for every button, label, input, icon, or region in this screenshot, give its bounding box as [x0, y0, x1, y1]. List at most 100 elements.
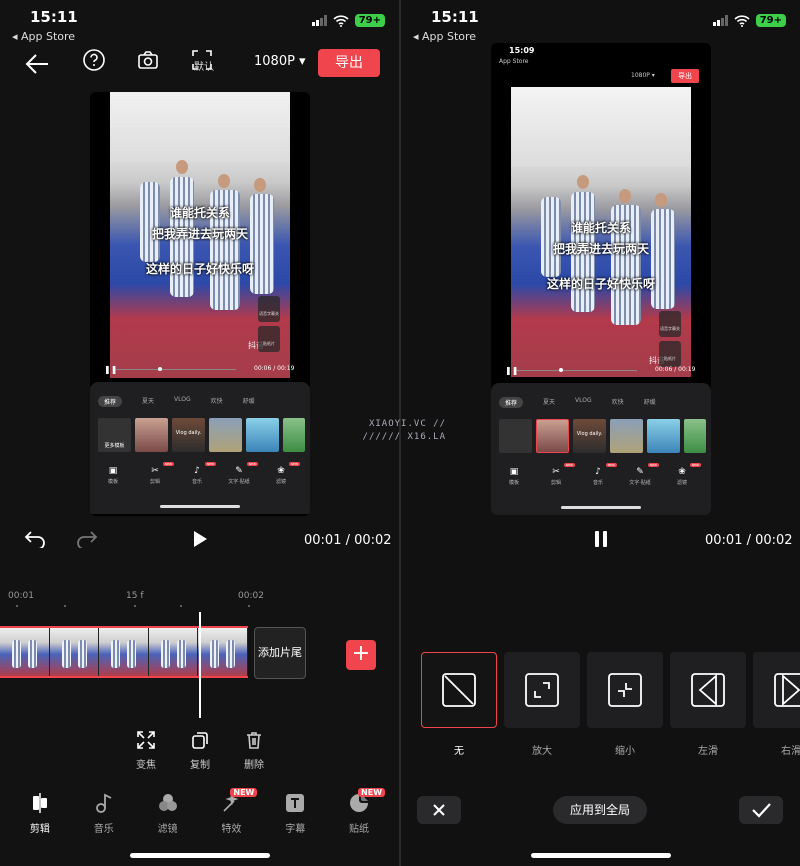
template-thumb[interactable]	[246, 418, 279, 452]
text-sticker-tool[interactable]: NEW ✎ 文字·贴纸	[228, 462, 258, 485]
template-thumb[interactable]	[536, 419, 569, 453]
nav-subtitles[interactable]: 字幕	[272, 792, 318, 835]
video-progress-thumb[interactable]	[158, 367, 162, 371]
cancel-button[interactable]	[417, 796, 461, 824]
sticker-side-button[interactable]: 贴纸片	[659, 341, 681, 367]
back-to-app-store[interactable]: ◂ App Store	[413, 30, 476, 43]
transition-label: 放大	[532, 746, 552, 757]
filter-tool[interactable]: NEW ❀ 滤镜	[671, 463, 701, 486]
pause-icon[interactable]	[593, 530, 609, 548]
battery-indicator: 79+	[755, 14, 786, 27]
play-icon[interactable]	[192, 530, 208, 548]
music-tool[interactable]: NEW ♪ 音乐	[186, 462, 216, 485]
preview-back-app: App Store	[499, 58, 529, 65]
music-icon	[95, 793, 112, 813]
template-thumb[interactable]	[135, 418, 168, 452]
tab-vlog[interactable]: VLOG	[174, 396, 191, 407]
undo-icon[interactable]	[24, 530, 46, 548]
playhead[interactable]	[199, 612, 201, 718]
preview-resolution: 1080P ▾	[631, 72, 655, 79]
add-ending-button[interactable]: 添加片尾	[254, 627, 306, 679]
template-thumb[interactable]: Vlog daily.	[573, 419, 606, 453]
transition-slide-right[interactable]	[753, 652, 800, 728]
delete-button[interactable]: 删除	[240, 730, 268, 771]
redo-icon[interactable]	[76, 530, 98, 548]
tab-vlog[interactable]: VLOG	[575, 397, 592, 408]
help-icon[interactable]	[82, 48, 106, 72]
transform-button[interactable]: 变焦	[132, 730, 160, 771]
transition-none[interactable]	[421, 652, 497, 728]
clip-tool[interactable]: NEW ✂ 剪辑	[144, 462, 174, 485]
video-progress-bar[interactable]	[517, 370, 637, 371]
back-arrow-icon[interactable]	[24, 52, 50, 76]
template-tool[interactable]: ▣ 模板	[102, 466, 124, 485]
clip-frame	[198, 628, 248, 676]
text-sticker-tool[interactable]: NEW ✎ 文字·贴纸	[629, 463, 659, 486]
more-templates[interactable]: 更多模板	[98, 418, 131, 452]
apply-to-all-button[interactable]: 应用到全局	[553, 796, 647, 824]
tab-cheerful[interactable]: 欢快	[211, 396, 223, 407]
tab-recommended[interactable]: 推荐	[499, 397, 524, 408]
template-thumbnails: 更多模板 Vlog daily.	[98, 418, 305, 452]
template-thumb[interactable]	[610, 419, 643, 453]
new-badge: NEW	[358, 788, 386, 797]
video-frame: 谁能托关系 把我弄进去玩两天 这样的日子好快乐呀 抖音 语音字幕关 贴纸片	[511, 87, 691, 377]
preview-toolbar: ▣ 模板 NEW ✂ 剪辑 NEW ♪ 音乐 NEW ✎ 文字·贴纸 NEW ❀ 滤镜	[503, 463, 701, 486]
lyric-line-1: 谁能托关系	[169, 206, 230, 220]
tab-recommended[interactable]: 推荐	[98, 396, 123, 407]
preview-home-indicator	[561, 506, 641, 509]
filter-tool[interactable]: NEW ❀ 滤镜	[270, 462, 300, 485]
tab-summer[interactable]: 夏天	[543, 397, 555, 408]
template-thumb[interactable]: Vlog daily.	[172, 418, 205, 452]
transition-zoom-in[interactable]	[504, 652, 580, 728]
nav-sticker[interactable]: NEW 贴纸	[336, 788, 386, 835]
nav-filter[interactable]: 滤镜	[145, 792, 191, 835]
transform-icon	[137, 731, 155, 749]
ruler-label: 15 f	[126, 591, 144, 601]
video-progress-bar[interactable]	[116, 369, 236, 370]
export-button[interactable]: 导出	[318, 49, 380, 77]
tab-cheerful[interactable]: 欢快	[612, 397, 624, 408]
template-thumb[interactable]	[684, 419, 706, 453]
nav-music[interactable]: 音乐	[81, 792, 127, 835]
voice-subtitle-button[interactable]: 语音字幕关	[258, 296, 280, 322]
video-progress-thumb[interactable]	[559, 368, 563, 372]
tab-soothing[interactable]: 舒缓	[243, 396, 255, 407]
tab-summer[interactable]: 夏天	[142, 396, 154, 407]
confirm-button[interactable]	[739, 796, 783, 824]
preview-home-indicator	[160, 505, 240, 508]
template-tool[interactable]: ▣ 模板	[503, 467, 525, 486]
template-sheet: 推荐 夏天 VLOG 欢快 舒缓 Vlog daily. ▣ 模板 NEW ✂ 剪辑 …	[491, 383, 711, 515]
voice-subtitle-button[interactable]: 语音字幕关	[659, 311, 681, 337]
clip-tool[interactable]: NEW ✂ 剪辑	[545, 463, 575, 486]
template-thumb[interactable]	[209, 418, 242, 452]
nav-clip[interactable]: 剪辑	[17, 792, 63, 835]
transition-list	[421, 652, 800, 728]
copy-button[interactable]: 复制	[186, 730, 214, 771]
status-time: 15:11	[431, 8, 479, 26]
clip-frame	[148, 628, 199, 676]
battery-indicator: 79+	[354, 14, 385, 27]
add-clip-button[interactable]: +	[346, 640, 376, 670]
template-thumb[interactable]	[499, 419, 532, 453]
music-tool[interactable]: NEW ♪ 音乐	[587, 463, 617, 486]
signal-icon	[311, 15, 327, 26]
snapshot-icon[interactable]	[136, 48, 160, 72]
clip-strip[interactable]	[0, 626, 248, 678]
transition-slide-left[interactable]	[670, 652, 746, 728]
nav-effects[interactable]: NEW 特效	[208, 788, 258, 835]
slide-left-icon	[691, 673, 725, 707]
copy-icon	[192, 732, 208, 749]
template-thumb[interactable]	[647, 419, 680, 453]
tab-soothing[interactable]: 舒缓	[644, 397, 656, 408]
back-to-app-store[interactable]: ◂ App Store	[12, 30, 75, 43]
template-thumb[interactable]	[283, 418, 305, 452]
sticker-side-button[interactable]: 贴纸片	[258, 326, 280, 352]
lyric-line-2: 把我弄进去玩两天	[552, 242, 649, 256]
video-preview[interactable]: 15:09 App Store 1080P ▾ 导出 谁能托关系 把我弄进去玩两…	[491, 43, 711, 515]
transition-zoom-out[interactable]	[587, 652, 663, 728]
clip-frame	[0, 628, 50, 676]
ratio-default-label: 默认	[194, 62, 214, 73]
video-preview[interactable]: 谁能托关系 把我弄进去玩两天 这样的日子好快乐呀 抖音 语音字幕关 贴纸片 ❚❚…	[90, 92, 310, 516]
resolution-dropdown[interactable]: 1080P ▾	[254, 54, 306, 69]
